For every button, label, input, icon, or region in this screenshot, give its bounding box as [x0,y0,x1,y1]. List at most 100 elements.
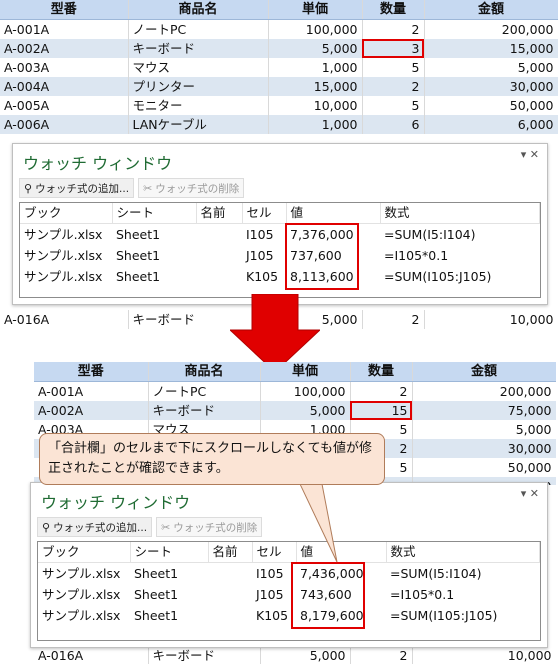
cell-qty-highlighted[interactable]: 3 [362,39,425,58]
watch-formula: =SUM(I105:J105) [384,269,492,284]
cell-product[interactable]: モニター [128,96,269,115]
cell-amount[interactable]: 50,000 [424,96,558,115]
cell-code[interactable]: A-016A [34,646,149,664]
col-cell[interactable]: セル [252,542,297,563]
cell-amount[interactable]: 30,000 [424,77,558,96]
cell-code[interactable]: A-002A [34,401,149,420]
watch-row[interactable]: サンプル.xlsx Sheet1 I105 7,436,000 =SUM(I5:… [38,563,540,585]
col-formula[interactable]: 数式 [386,542,540,563]
cell-price[interactable]: 1,000 [268,115,363,134]
add-watch-button[interactable]: ⚲ ウォッチ式の追加... [19,178,135,198]
cell-product[interactable]: プリンター [128,77,269,96]
header-product[interactable]: 商品名 [128,0,269,20]
cell-product[interactable]: マウス [128,58,269,77]
header-amount[interactable]: 金額 [424,0,558,20]
cell-qty[interactable]: 5 [362,58,425,77]
cell-product[interactable]: LANケーブル [128,115,269,134]
cell-product[interactable]: キーボード [128,39,269,58]
cell-product[interactable]: ノートPC [128,19,269,39]
cell-amount[interactable]: 10,000 [424,310,558,329]
cell-product[interactable]: キーボード [148,646,261,664]
cell-code[interactable]: A-004A [0,77,129,96]
cell-price[interactable]: 5,000 [268,39,363,58]
col-sheet[interactable]: シート [130,542,209,563]
watch-formula: =I105*0.1 [384,248,449,263]
col-cell[interactable]: セル [242,203,287,224]
cell-code[interactable]: A-001A [34,381,149,401]
cell-amount[interactable]: 6,000 [424,115,558,134]
watch-sheet: Sheet1 [116,269,161,284]
cell-code[interactable]: A-003A [0,58,129,77]
header-qty[interactable]: 数量 [362,0,425,20]
cell-price[interactable]: 100,000 [260,381,351,401]
cell-qty[interactable]: 2 [362,77,425,96]
cell-amount[interactable]: 30,000 [412,439,556,458]
cell-amount[interactable]: 5,000 [424,58,558,77]
cell-code[interactable]: A-002A [0,39,129,58]
cell-code[interactable]: A-006A [0,115,129,134]
header-price[interactable]: 単価 [260,362,351,382]
col-formula[interactable]: 数式 [380,203,540,224]
cell-price[interactable]: 100,000 [268,19,363,39]
watch-sheet: Sheet1 [134,566,179,581]
cell-price[interactable]: 5,000 [260,646,351,664]
header-amount[interactable]: 金額 [412,362,556,382]
watch-name [196,224,242,246]
watch-row[interactable]: サンプル.xlsx Sheet1 J105 743,600 =I105*0.1 [38,584,540,605]
cell-qty[interactable]: 6 [362,115,425,134]
col-book[interactable]: ブック [20,203,113,224]
watch-row[interactable]: サンプル.xlsx Sheet1 K105 8,179,600 =SUM(I10… [38,605,540,626]
window-controls[interactable]: ▾ ✕ [521,148,539,161]
header-product[interactable]: 商品名 [148,362,261,382]
cell-price[interactable]: 1,000 [268,58,363,77]
cell-qty-highlighted[interactable]: 15 [350,401,413,420]
cell-code[interactable]: A-016A [0,310,129,329]
delete-watch-button[interactable]: ✂ ウォッチ式の削除 [138,178,245,198]
cell-product[interactable]: ノートPC [148,381,261,401]
watch-window-title: ウォッチ ウィンドウ [23,154,173,173]
col-sheet[interactable]: シート [112,203,197,224]
cell-amount[interactable]: 10,000 [412,646,556,664]
watch-list: ブック シート 名前 セル 値 数式 サンプル.xlsx Sheet1 I105… [19,202,541,298]
cell-qty[interactable]: 2 [350,646,413,664]
cell-product[interactable]: キーボード [148,401,261,420]
watch-row[interactable]: サンプル.xlsx Sheet1 J105 737,600 =I105*0.1 [20,245,540,266]
col-name[interactable]: 名前 [196,203,243,224]
cell-amount[interactable]: 50,000 [412,458,556,477]
cell-amount[interactable]: 15,000 [424,39,558,58]
watch-toolbar: ⚲ ウォッチ式の追加... ✂ ウォッチ式の削除 [19,178,245,198]
col-name[interactable]: 名前 [208,542,253,563]
cell-qty[interactable]: 5 [362,96,425,115]
col-book[interactable]: ブック [38,542,131,563]
cell-price[interactable]: 15,000 [268,77,363,96]
watch-sheet: Sheet1 [116,227,161,242]
watch-name [208,563,252,585]
cell-code[interactable]: A-001A [0,19,129,39]
header-qty[interactable]: 数量 [350,362,413,382]
cell-amount[interactable]: 200,000 [424,19,558,39]
watch-book: サンプル.xlsx [24,248,103,263]
delete-watch-button[interactable]: ✂ ウォッチ式の削除 [156,517,263,537]
watch-window-title: ウォッチ ウィンドウ [41,493,191,512]
cell-qty[interactable]: 2 [350,381,413,401]
cell-amount[interactable]: 75,000 [412,401,556,420]
cell-amount[interactable]: 200,000 [412,381,556,401]
cell-price[interactable]: 5,000 [260,401,351,420]
header-code[interactable]: 型番 [34,362,149,382]
watch-name [208,605,252,626]
cell-qty[interactable]: 2 [362,310,425,329]
cell-price[interactable]: 10,000 [268,96,363,115]
col-value[interactable]: 値 [286,203,381,224]
window-controls[interactable]: ▾ ✕ [521,487,539,500]
cell-code[interactable]: A-005A [0,96,129,115]
table-row: A-005A モニター 10,000 5 50,000 [0,96,558,115]
watch-window-bottom: ウォッチ ウィンドウ ▾ ✕ ⚲ ウォッチ式の追加... ✂ ウォッチ式の削除 … [30,482,548,648]
watch-row[interactable]: サンプル.xlsx Sheet1 K105 8,113,600 =SUM(I10… [20,266,540,287]
cell-qty[interactable]: 2 [362,19,425,39]
add-watch-button[interactable]: ⚲ ウォッチ式の追加... [37,517,153,537]
watch-book: サンプル.xlsx [42,566,121,581]
cell-amount[interactable]: 5,000 [412,420,556,439]
header-price[interactable]: 単価 [268,0,363,20]
watch-row[interactable]: サンプル.xlsx Sheet1 I105 7,376,000 =SUM(I5:… [20,224,540,246]
header-code[interactable]: 型番 [0,0,129,20]
